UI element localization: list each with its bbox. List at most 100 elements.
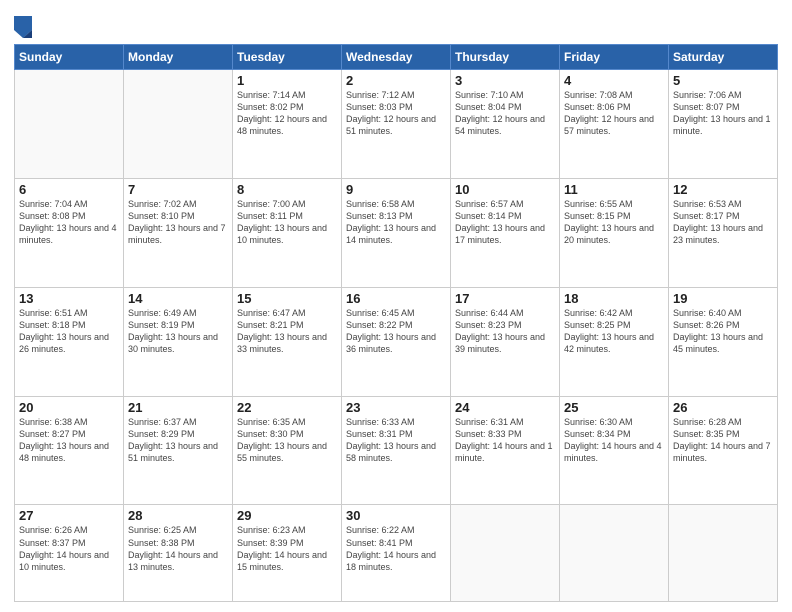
day-info: Sunrise: 6:35 AM Sunset: 8:30 PM Dayligh…	[237, 416, 337, 465]
day-info: Sunrise: 6:22 AM Sunset: 8:41 PM Dayligh…	[346, 524, 446, 573]
day-info: Sunrise: 7:10 AM Sunset: 8:04 PM Dayligh…	[455, 89, 555, 138]
calendar-cell: 4Sunrise: 7:08 AM Sunset: 8:06 PM Daylig…	[560, 70, 669, 179]
day-info: Sunrise: 7:02 AM Sunset: 8:10 PM Dayligh…	[128, 198, 228, 247]
day-info: Sunrise: 7:00 AM Sunset: 8:11 PM Dayligh…	[237, 198, 337, 247]
week-row-4: 20Sunrise: 6:38 AM Sunset: 8:27 PM Dayli…	[15, 396, 778, 505]
calendar-cell: 29Sunrise: 6:23 AM Sunset: 8:39 PM Dayli…	[233, 505, 342, 602]
calendar-cell	[124, 70, 233, 179]
day-info: Sunrise: 6:55 AM Sunset: 8:15 PM Dayligh…	[564, 198, 664, 247]
day-number: 2	[346, 73, 446, 88]
day-info: Sunrise: 6:53 AM Sunset: 8:17 PM Dayligh…	[673, 198, 773, 247]
calendar-cell: 18Sunrise: 6:42 AM Sunset: 8:25 PM Dayli…	[560, 287, 669, 396]
day-number: 20	[19, 400, 119, 415]
weekday-header-thursday: Thursday	[451, 45, 560, 70]
weekday-header-friday: Friday	[560, 45, 669, 70]
week-row-1: 1Sunrise: 7:14 AM Sunset: 8:02 PM Daylig…	[15, 70, 778, 179]
day-info: Sunrise: 6:49 AM Sunset: 8:19 PM Dayligh…	[128, 307, 228, 356]
day-info: Sunrise: 6:26 AM Sunset: 8:37 PM Dayligh…	[19, 524, 119, 573]
day-info: Sunrise: 7:14 AM Sunset: 8:02 PM Dayligh…	[237, 89, 337, 138]
calendar-cell: 13Sunrise: 6:51 AM Sunset: 8:18 PM Dayli…	[15, 287, 124, 396]
calendar-cell: 27Sunrise: 6:26 AM Sunset: 8:37 PM Dayli…	[15, 505, 124, 602]
calendar-cell	[451, 505, 560, 602]
day-number: 14	[128, 291, 228, 306]
day-number: 13	[19, 291, 119, 306]
calendar-cell: 23Sunrise: 6:33 AM Sunset: 8:31 PM Dayli…	[342, 396, 451, 505]
day-info: Sunrise: 7:04 AM Sunset: 8:08 PM Dayligh…	[19, 198, 119, 247]
weekday-header-tuesday: Tuesday	[233, 45, 342, 70]
weekday-header-monday: Monday	[124, 45, 233, 70]
day-info: Sunrise: 6:47 AM Sunset: 8:21 PM Dayligh…	[237, 307, 337, 356]
day-info: Sunrise: 6:37 AM Sunset: 8:29 PM Dayligh…	[128, 416, 228, 465]
calendar-cell: 10Sunrise: 6:57 AM Sunset: 8:14 PM Dayli…	[451, 178, 560, 287]
calendar-cell: 9Sunrise: 6:58 AM Sunset: 8:13 PM Daylig…	[342, 178, 451, 287]
day-number: 21	[128, 400, 228, 415]
day-info: Sunrise: 6:33 AM Sunset: 8:31 PM Dayligh…	[346, 416, 446, 465]
calendar-cell: 6Sunrise: 7:04 AM Sunset: 8:08 PM Daylig…	[15, 178, 124, 287]
day-info: Sunrise: 6:51 AM Sunset: 8:18 PM Dayligh…	[19, 307, 119, 356]
page: SundayMondayTuesdayWednesdayThursdayFrid…	[0, 0, 792, 612]
calendar-cell: 28Sunrise: 6:25 AM Sunset: 8:38 PM Dayli…	[124, 505, 233, 602]
calendar-cell: 15Sunrise: 6:47 AM Sunset: 8:21 PM Dayli…	[233, 287, 342, 396]
calendar-cell: 5Sunrise: 7:06 AM Sunset: 8:07 PM Daylig…	[669, 70, 778, 179]
calendar-cell: 16Sunrise: 6:45 AM Sunset: 8:22 PM Dayli…	[342, 287, 451, 396]
day-number: 11	[564, 182, 664, 197]
calendar-cell: 14Sunrise: 6:49 AM Sunset: 8:19 PM Dayli…	[124, 287, 233, 396]
calendar-cell: 8Sunrise: 7:00 AM Sunset: 8:11 PM Daylig…	[233, 178, 342, 287]
day-info: Sunrise: 6:25 AM Sunset: 8:38 PM Dayligh…	[128, 524, 228, 573]
day-number: 26	[673, 400, 773, 415]
day-number: 18	[564, 291, 664, 306]
day-number: 10	[455, 182, 555, 197]
day-number: 5	[673, 73, 773, 88]
calendar-cell: 3Sunrise: 7:10 AM Sunset: 8:04 PM Daylig…	[451, 70, 560, 179]
calendar-cell	[15, 70, 124, 179]
day-number: 15	[237, 291, 337, 306]
calendar-cell	[669, 505, 778, 602]
day-number: 27	[19, 508, 119, 523]
day-info: Sunrise: 7:08 AM Sunset: 8:06 PM Dayligh…	[564, 89, 664, 138]
logo-icon	[14, 16, 32, 38]
day-number: 9	[346, 182, 446, 197]
day-number: 29	[237, 508, 337, 523]
calendar-cell: 30Sunrise: 6:22 AM Sunset: 8:41 PM Dayli…	[342, 505, 451, 602]
calendar-cell: 21Sunrise: 6:37 AM Sunset: 8:29 PM Dayli…	[124, 396, 233, 505]
calendar-cell: 7Sunrise: 7:02 AM Sunset: 8:10 PM Daylig…	[124, 178, 233, 287]
week-row-3: 13Sunrise: 6:51 AM Sunset: 8:18 PM Dayli…	[15, 287, 778, 396]
day-number: 4	[564, 73, 664, 88]
calendar-table: SundayMondayTuesdayWednesdayThursdayFrid…	[14, 44, 778, 602]
day-number: 7	[128, 182, 228, 197]
week-row-2: 6Sunrise: 7:04 AM Sunset: 8:08 PM Daylig…	[15, 178, 778, 287]
calendar-cell	[560, 505, 669, 602]
day-info: Sunrise: 6:30 AM Sunset: 8:34 PM Dayligh…	[564, 416, 664, 465]
day-number: 3	[455, 73, 555, 88]
calendar-cell: 19Sunrise: 6:40 AM Sunset: 8:26 PM Dayli…	[669, 287, 778, 396]
header	[14, 10, 778, 38]
day-number: 16	[346, 291, 446, 306]
day-info: Sunrise: 6:31 AM Sunset: 8:33 PM Dayligh…	[455, 416, 555, 465]
day-info: Sunrise: 6:57 AM Sunset: 8:14 PM Dayligh…	[455, 198, 555, 247]
day-number: 19	[673, 291, 773, 306]
day-number: 24	[455, 400, 555, 415]
day-info: Sunrise: 6:40 AM Sunset: 8:26 PM Dayligh…	[673, 307, 773, 356]
day-info: Sunrise: 6:45 AM Sunset: 8:22 PM Dayligh…	[346, 307, 446, 356]
weekday-header-sunday: Sunday	[15, 45, 124, 70]
day-number: 28	[128, 508, 228, 523]
weekday-header-row: SundayMondayTuesdayWednesdayThursdayFrid…	[15, 45, 778, 70]
day-info: Sunrise: 7:06 AM Sunset: 8:07 PM Dayligh…	[673, 89, 773, 138]
day-number: 30	[346, 508, 446, 523]
calendar-cell: 12Sunrise: 6:53 AM Sunset: 8:17 PM Dayli…	[669, 178, 778, 287]
week-row-5: 27Sunrise: 6:26 AM Sunset: 8:37 PM Dayli…	[15, 505, 778, 602]
day-number: 23	[346, 400, 446, 415]
day-number: 17	[455, 291, 555, 306]
calendar-cell: 2Sunrise: 7:12 AM Sunset: 8:03 PM Daylig…	[342, 70, 451, 179]
day-info: Sunrise: 7:12 AM Sunset: 8:03 PM Dayligh…	[346, 89, 446, 138]
calendar-cell: 11Sunrise: 6:55 AM Sunset: 8:15 PM Dayli…	[560, 178, 669, 287]
day-number: 8	[237, 182, 337, 197]
day-info: Sunrise: 6:44 AM Sunset: 8:23 PM Dayligh…	[455, 307, 555, 356]
calendar-cell: 20Sunrise: 6:38 AM Sunset: 8:27 PM Dayli…	[15, 396, 124, 505]
day-number: 1	[237, 73, 337, 88]
calendar-cell: 25Sunrise: 6:30 AM Sunset: 8:34 PM Dayli…	[560, 396, 669, 505]
day-info: Sunrise: 6:38 AM Sunset: 8:27 PM Dayligh…	[19, 416, 119, 465]
day-number: 25	[564, 400, 664, 415]
weekday-header-wednesday: Wednesday	[342, 45, 451, 70]
calendar-cell: 26Sunrise: 6:28 AM Sunset: 8:35 PM Dayli…	[669, 396, 778, 505]
